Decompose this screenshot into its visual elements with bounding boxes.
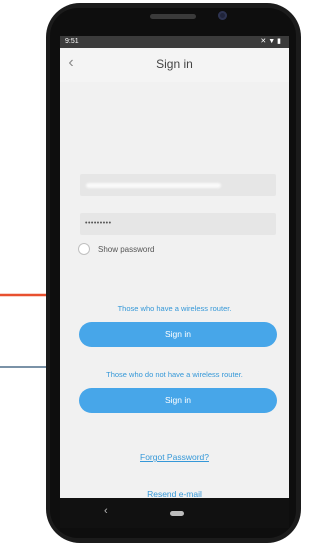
password-value: ••••••••• [85,220,112,227]
system-nav-bar: ‹ [60,498,289,528]
wifi-icon: ▼ [268,38,278,45]
show-password-radio[interactable] [78,243,90,255]
battery-icon: ▮ [277,38,283,45]
status-bar: 9:51 ✕▼▮ [60,36,289,48]
resend-email-link[interactable]: Resend e-mail [60,489,289,498]
username-redacted [86,183,221,188]
front-camera-icon [218,11,227,20]
sign-in-router-button[interactable]: Sign in [79,322,277,347]
triangle-back-icon[interactable]: ‹ [104,505,108,517]
speaker-grille [150,14,196,19]
username-field[interactable] [80,174,276,196]
status-icons: ✕▼▮ [260,37,283,45]
show-password-label: Show password [98,244,155,254]
phone-screen: 9:51 ✕▼▮ ‹ Sign in ••••••••• Show passwo… [60,36,289,498]
status-time: 9:51 [65,38,79,45]
home-pill-icon[interactable] [170,511,184,516]
no-router-section-label: Those who do not have a wireless router. [106,370,243,379]
sign-in-no-router-button[interactable]: Sign in [79,388,277,413]
router-section-label: Those who have a wireless router. [117,304,232,313]
forgot-password-link[interactable]: Forgot Password? [60,452,289,462]
sign-in-content: ••••••••• Show password Those who have a… [60,82,289,498]
page-title: Sign in [156,57,193,71]
password-field[interactable]: ••••••••• [80,213,276,235]
show-password-toggle[interactable]: Show password [78,242,154,256]
app-header: ‹ Sign in [60,48,289,82]
